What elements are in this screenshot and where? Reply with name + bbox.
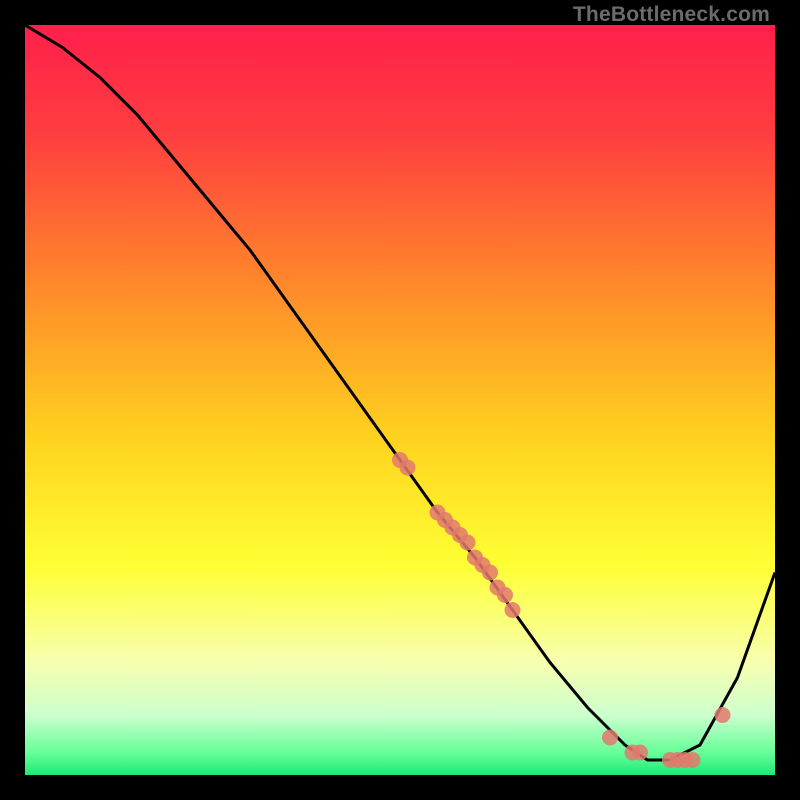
data-point	[715, 707, 731, 723]
data-point	[632, 745, 648, 761]
data-point	[505, 602, 521, 618]
bottleneck-chart	[25, 25, 775, 775]
chart-frame	[25, 25, 775, 775]
watermark-text: TheBottleneck.com	[573, 3, 770, 27]
data-point	[685, 752, 701, 768]
data-point	[602, 730, 618, 746]
data-point	[460, 535, 476, 551]
data-point	[497, 587, 513, 603]
plot-background	[25, 25, 775, 775]
data-point	[400, 460, 416, 476]
data-point	[482, 565, 498, 581]
